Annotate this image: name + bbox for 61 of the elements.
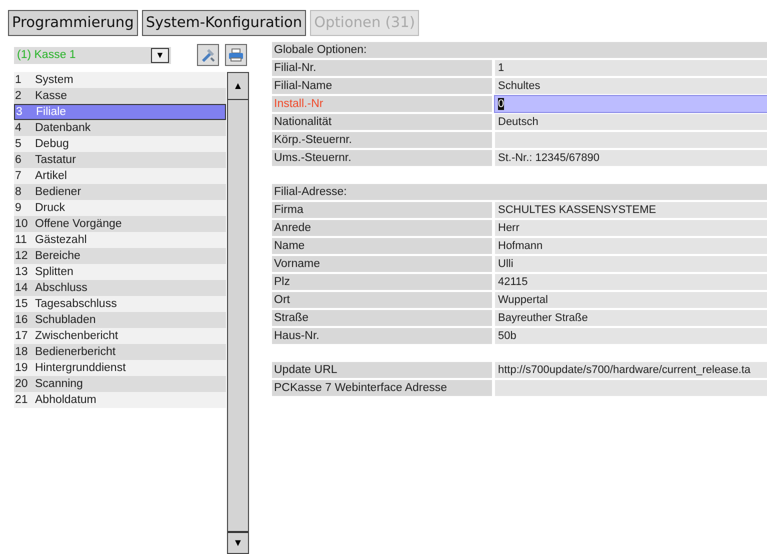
category-item[interactable]: 15 Tagesabschluss (14, 296, 226, 312)
category-item[interactable]: 1 System (14, 72, 226, 88)
category-item[interactable]: 2 Kasse (14, 88, 226, 104)
option-value-field[interactable]: Hofmann (495, 238, 767, 254)
option-value-field[interactable]: Schultes (495, 78, 767, 94)
category-item[interactable]: 8 Bediener (14, 184, 226, 200)
option-label: PCKasse 7 Webinterface Adresse (272, 380, 492, 396)
category-item[interactable]: 13 Splitten (14, 264, 226, 280)
category-item[interactable]: 12 Bereiche (14, 248, 226, 264)
category-item[interactable]: 18 Bedienerbericht (14, 344, 226, 360)
category-item[interactable]: 16 Schubladen (14, 312, 226, 328)
category-item[interactable]: 5 Debug (14, 136, 226, 152)
tab[interactable]: System-Konfiguration (142, 10, 306, 36)
option-label: Filial-Name (272, 78, 492, 94)
tab[interactable]: Programmierung (8, 10, 138, 36)
scrollbar[interactable]: ▲ ▼ (227, 72, 249, 554)
option-value-field[interactable]: 0 (495, 96, 767, 112)
option-value-field[interactable]: St.-Nr.: 12345/67890 (495, 150, 767, 166)
option-value-field[interactable]: SCHULTES KASSENSYSTEME (495, 202, 767, 218)
category-item[interactable]: 6 Tastatur (14, 152, 226, 168)
option-label: Firma (272, 202, 492, 218)
tools-icon[interactable] (197, 44, 219, 66)
option-value-field[interactable]: 42115 (495, 274, 767, 290)
option-label: Anrede (272, 220, 492, 236)
option-label: Install.-Nr (272, 96, 492, 112)
category-item[interactable]: 21 Abholdatum (14, 392, 226, 408)
option-label: Name (272, 238, 492, 254)
printer-icon[interactable] (225, 44, 247, 66)
device-name: (1) Kasse 1 (16, 49, 76, 61)
category-item[interactable]: 11 Gästezahl (14, 232, 226, 248)
option-value-field[interactable]: 1 (495, 60, 767, 76)
category-item[interactable]: 10 Offene Vorgänge (14, 216, 226, 232)
category-item[interactable]: 7 Artikel (14, 168, 226, 184)
option-label: Haus-Nr. (272, 328, 492, 344)
category-item[interactable]: 19 Hintergrunddienst (14, 360, 226, 376)
device-dropdown[interactable]: (1) Kasse 1 ▼ (14, 46, 171, 64)
option-value-field[interactable]: Herr (495, 220, 767, 236)
option-value-field[interactable]: 50b (495, 328, 767, 344)
option-label: Körp.-Steuernr. (272, 132, 492, 148)
category-item[interactable]: 20 Scanning (14, 376, 226, 392)
category-item[interactable]: 9 Druck (14, 200, 226, 216)
section-header: Globale Optionen: (272, 42, 767, 58)
option-value-field[interactable]: Bayreuther Straße (495, 310, 767, 326)
option-value-field[interactable]: Deutsch (495, 114, 767, 130)
section-header: Filial-Adresse: (272, 184, 767, 200)
option-label: Ums.-Steuernr. (272, 150, 492, 166)
option-label: Nationalität (272, 114, 492, 130)
category-item[interactable]: 4 Datenbank (14, 120, 226, 136)
option-label: Update URL (272, 362, 492, 378)
option-value-field[interactable] (495, 132, 767, 148)
option-value-field[interactable]: http://s700update/s700/hardware/current_release.ta (495, 362, 767, 378)
option-value-field[interactable]: Ulli (495, 256, 767, 272)
category-item[interactable]: 17 Zwischenbericht (14, 328, 226, 344)
option-label: Plz (272, 274, 492, 290)
option-label: Vorname (272, 256, 492, 272)
category-item[interactable]: 14 Abschluss (14, 280, 226, 296)
option-label: Filial-Nr. (272, 60, 492, 76)
option-label: Ort (272, 292, 492, 308)
option-label: Straße (272, 310, 492, 326)
option-value-field[interactable]: Wuppertal (495, 292, 767, 308)
option-value-field[interactable] (495, 380, 767, 396)
